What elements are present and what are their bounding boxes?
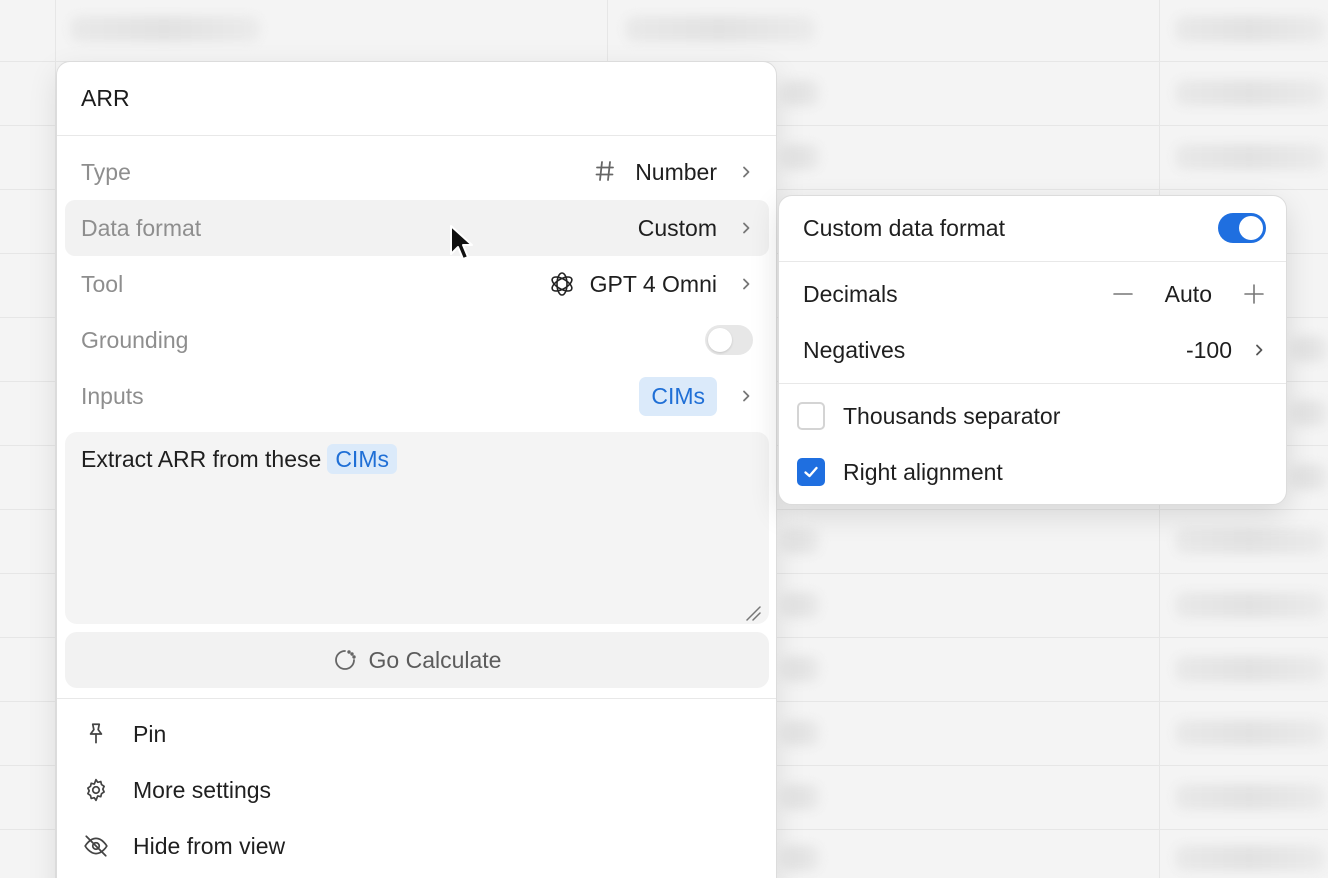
type-value: Number: [635, 158, 717, 185]
custom-format-row: Custom data format: [779, 200, 1286, 256]
decimals-value: Auto: [1164, 280, 1212, 307]
negatives-label: Negatives: [803, 336, 906, 363]
decimals-row: Decimals Auto: [779, 266, 1286, 322]
plus-icon[interactable]: [1242, 282, 1266, 306]
chevron-right-icon: [717, 389, 753, 403]
go-calculate-button[interactable]: Go Calculate: [65, 632, 769, 688]
tool-row[interactable]: Tool GPT 4 Omni: [65, 256, 769, 312]
chevron-right-icon: [717, 277, 753, 291]
right-alignment-label: Right alignment: [843, 458, 1003, 485]
prompt-textarea[interactable]: Extract ARR from these CIMs: [65, 432, 769, 624]
data-format-row[interactable]: Data format Custom: [65, 200, 769, 256]
gear-icon: [83, 777, 109, 803]
data-format-submenu: Custom data format Decimals Auto Negativ…: [778, 195, 1287, 505]
negatives-row[interactable]: Negatives -100: [779, 322, 1286, 378]
divider: [779, 383, 1286, 384]
tool-value: GPT 4 Omni: [589, 270, 717, 297]
custom-format-label: Custom data format: [803, 214, 1005, 241]
negatives-value: -100: [1185, 336, 1232, 363]
eye-off-icon: [83, 833, 109, 859]
tool-label: Tool: [81, 270, 124, 297]
type-label: Type: [81, 158, 131, 185]
pin-label: Pin: [133, 720, 167, 747]
hide-from-view-label: Hide from view: [133, 832, 286, 859]
thousands-separator-checkbox[interactable]: [797, 402, 825, 430]
column-settings-panel: ARR Type Number Data format Custom Tool: [56, 61, 777, 878]
resize-handle-icon[interactable]: [745, 600, 761, 621]
right-alignment-option[interactable]: Right alignment: [779, 444, 1286, 500]
loading-icon: [333, 648, 357, 672]
go-calculate-label: Go Calculate: [368, 646, 502, 673]
grounding-label: Grounding: [81, 326, 189, 353]
mouse-cursor-icon: [450, 225, 473, 260]
grounding-row: Grounding: [65, 312, 769, 368]
decimals-label: Decimals: [803, 280, 898, 307]
thousands-separator-option[interactable]: Thousands separator: [779, 388, 1286, 444]
pin-menu-item[interactable]: Pin: [65, 706, 769, 762]
pin-icon: [83, 721, 109, 747]
prompt-chip[interactable]: CIMs: [327, 444, 397, 474]
inputs-label: Inputs: [81, 382, 144, 409]
decimals-stepper: Auto: [1111, 281, 1266, 308]
more-settings-menu-item[interactable]: More settings: [65, 762, 769, 818]
inputs-chip[interactable]: CIMs: [639, 376, 717, 416]
data-format-label: Data format: [81, 214, 202, 241]
hide-from-view-menu-item[interactable]: Hide from view: [65, 818, 769, 874]
minus-icon[interactable]: [1111, 282, 1135, 306]
inputs-row[interactable]: Inputs CIMs: [65, 368, 769, 424]
chevron-right-icon: [1232, 343, 1266, 357]
type-row[interactable]: Type Number: [65, 144, 769, 200]
thousands-separator-label: Thousands separator: [843, 402, 1061, 429]
openai-icon: [548, 270, 576, 298]
divider: [57, 698, 776, 699]
data-format-value: Custom: [637, 214, 717, 241]
checkmark-icon: [804, 466, 818, 478]
more-settings-label: More settings: [133, 776, 272, 803]
custom-format-toggle[interactable]: [1218, 213, 1266, 243]
right-alignment-checkbox[interactable]: [797, 458, 825, 486]
grounding-toggle[interactable]: [705, 325, 753, 355]
column-title[interactable]: ARR: [57, 62, 776, 136]
hash-icon: [593, 159, 619, 185]
chevron-right-icon: [717, 221, 753, 235]
prompt-text: Extract ARR from these: [81, 446, 322, 472]
divider: [779, 261, 1286, 262]
chevron-right-icon: [717, 165, 753, 179]
